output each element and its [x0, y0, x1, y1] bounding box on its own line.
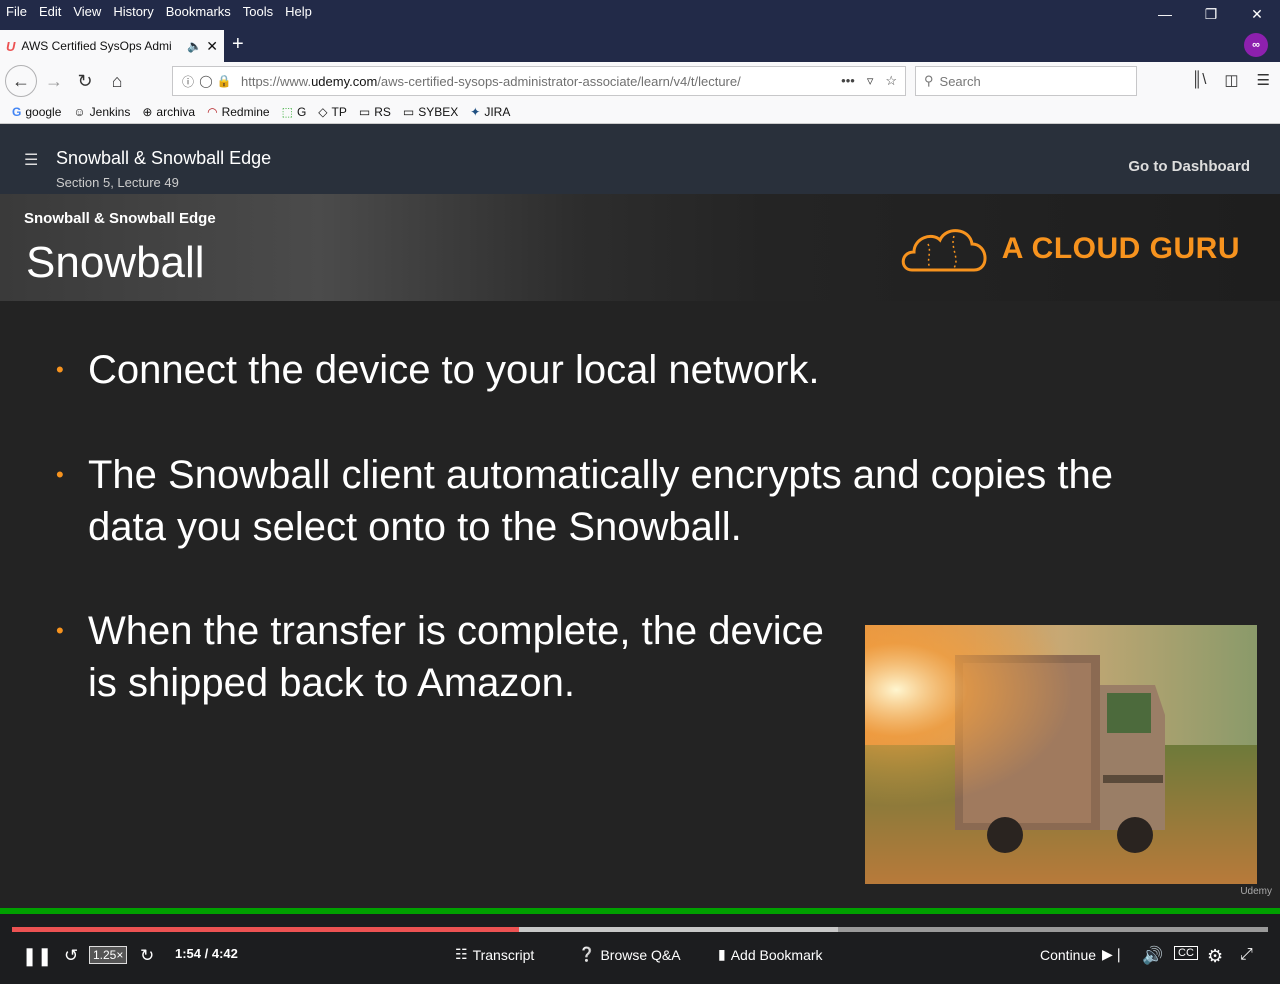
sidebar-icon[interactable]: ◫: [1224, 71, 1238, 89]
jenkins-icon: ☺: [73, 104, 86, 119]
played-bar: [12, 927, 520, 932]
search-placeholder: Search: [939, 73, 981, 89]
lecture-subtitle: Section 5, Lecture 49: [56, 175, 179, 190]
captions-icon[interactable]: CC: [1174, 946, 1198, 960]
player-controls: ❚❚ ↺ 1.25× ↻ 1:54 / 4:42 ☷ Transcript ❔ Br…: [0, 914, 1280, 984]
tab-strip: U AWS Certified SysOps Admi 🔈 ✕ + ∞: [0, 22, 1280, 62]
slide-big-title: Snowball: [26, 238, 205, 287]
bullet-line: The Snowball client automatically encryp…: [88, 453, 1113, 497]
navigation-toolbar: ← → ↻ ⌂ ⓘ ◯ 🔒 https://www.udemy.com/aws-…: [0, 62, 1280, 100]
menu-view[interactable]: View: [67, 4, 107, 19]
lecture-header: ☰ Snowball & Snowball Edge Section 5, Le…: [0, 124, 1280, 194]
menu-help[interactable]: Help: [279, 4, 318, 19]
time-display: 1:54 / 4:42: [175, 946, 238, 961]
bookmark-rs[interactable]: ▭ RS: [359, 105, 391, 119]
globe-icon: ⊕: [142, 104, 153, 119]
forward-skip-icon[interactable]: ↻: [140, 946, 154, 966]
transcript-button[interactable]: ☷ Transcript: [455, 946, 534, 963]
bullet-line: When the transfer is complete, the devic…: [88, 609, 824, 653]
tab-active[interactable]: U AWS Certified SysOps Admi 🔈 ✕: [0, 30, 224, 62]
bookmark-g[interactable]: ⬚ G: [282, 105, 307, 119]
next-icon: ▶❘: [1102, 946, 1125, 962]
bookmarks-toolbar: Ggoogle ☺ Jenkins ⊕ archiva ◠ Redmine ⬚ G ◇ T…: [0, 100, 1280, 124]
udemy-favicon-icon: U: [6, 38, 16, 54]
browser-menubar: File Edit View History Bookmarks Tools H…: [0, 0, 1280, 22]
bookmark-google[interactable]: Ggoogle: [12, 105, 61, 119]
question-icon: ❔: [578, 946, 596, 962]
bookmark-star-icon[interactable]: ☆: [885, 73, 897, 89]
close-tab-icon[interactable]: ✕: [206, 38, 218, 55]
menu-tools[interactable]: Tools: [237, 4, 279, 19]
bookmark-archiva[interactable]: ⊕ archiva: [142, 105, 195, 119]
brand-name: A CLOUD GURU: [1001, 232, 1240, 265]
redmine-icon: ◠: [207, 104, 218, 119]
browse-qa-button[interactable]: ❔ Browse Q&A: [578, 946, 681, 963]
menu-history[interactable]: History: [107, 4, 159, 19]
tab-title: AWS Certified SysOps Admi: [21, 39, 172, 53]
volume-icon[interactable]: 🔊: [1142, 946, 1163, 966]
jira-icon: ✦: [470, 104, 481, 119]
progress-bar[interactable]: [12, 927, 1268, 932]
dg-icon: ⬚: [281, 104, 293, 119]
shield-icon[interactable]: ◯: [197, 74, 215, 88]
slide-banner: Snowball & Snowball Edge Snowball A CLOU…: [0, 194, 1280, 301]
new-tab-icon[interactable]: +: [232, 30, 244, 58]
hamburger-menu-icon[interactable]: ☰: [1257, 71, 1270, 89]
forward-icon[interactable]: →: [40, 67, 68, 95]
bookmark-icon: ▮: [718, 946, 726, 962]
curriculum-list-icon[interactable]: ☰: [24, 150, 38, 170]
search-icon: ⚲: [924, 73, 934, 88]
bullet-dot-icon: •: [56, 618, 64, 643]
bullet-dot-icon: •: [56, 357, 64, 382]
bullet-line: is shipped back to Amazon.: [88, 661, 575, 705]
bullet-line: Connect the device to your local network…: [88, 348, 820, 392]
rewind-icon[interactable]: ↺: [64, 946, 78, 966]
add-bookmark-button[interactable]: ▮ Add Bookmark: [718, 946, 823, 963]
url-bar[interactable]: ⓘ ◯ 🔒 https://www.udemy.com/aws-certifie…: [172, 66, 906, 96]
url-text[interactable]: https://www.udemy.com/aws-certified-syso…: [241, 74, 841, 89]
speaker-icon[interactable]: 🔈: [187, 39, 202, 53]
folder-icon: ▭: [358, 104, 371, 119]
folder-icon: ▭: [402, 104, 415, 119]
bookmark-jenkins[interactable]: ☺ Jenkins: [73, 105, 130, 119]
bookmark-jira[interactable]: ✦ JIRA: [470, 105, 510, 119]
lock-icon[interactable]: 🔒: [215, 74, 233, 88]
slide-small-title: Snowball & Snowball Edge: [24, 210, 216, 227]
private-mask-icon: ∞: [1244, 33, 1268, 57]
menu-bookmarks[interactable]: Bookmarks: [160, 4, 237, 19]
diamond-icon: ◇: [318, 104, 328, 119]
reload-icon[interactable]: ↻: [71, 67, 99, 95]
menu-edit[interactable]: Edit: [33, 4, 67, 19]
a-cloud-guru-logo: A CLOUD GURU: [898, 222, 1240, 276]
pocket-icon[interactable]: ▿: [867, 73, 874, 89]
bookmark-redmine[interactable]: ◠ Redmine: [207, 105, 270, 119]
pause-icon[interactable]: ❚❚: [22, 946, 52, 967]
bullet-line: data you select onto to the Snowball.: [88, 505, 742, 549]
bookmark-tp[interactable]: ◇ TP: [318, 105, 347, 119]
bullet-dot-icon: •: [56, 462, 64, 487]
library-icon[interactable]: ║\: [1192, 71, 1207, 89]
search-input[interactable]: ⚲ Search: [915, 66, 1137, 96]
google-icon: G: [12, 104, 22, 119]
info-icon[interactable]: ⓘ: [179, 73, 197, 90]
back-icon[interactable]: ←: [5, 65, 37, 97]
document-icon: ☷: [455, 946, 468, 962]
home-icon[interactable]: ⌂: [103, 67, 131, 95]
cloud-logo-icon: [901, 229, 987, 272]
lecture-title: Snowball & Snowball Edge: [56, 148, 272, 168]
go-to-dashboard-link[interactable]: Go to Dashboard: [1128, 158, 1250, 175]
settings-gear-icon[interactable]: ⚙: [1207, 946, 1223, 967]
continue-button[interactable]: Continue ▶❘: [1040, 946, 1125, 963]
playback-speed-button[interactable]: 1.25×: [89, 946, 128, 964]
more-actions-icon[interactable]: •••: [841, 73, 855, 89]
bookmark-sybex[interactable]: ▭ SYBEX: [403, 105, 458, 119]
menu-file[interactable]: File: [0, 4, 33, 19]
truck-photo: [865, 625, 1257, 884]
video-slide[interactable]: Snowball & Snowball Edge Snowball A CLOU…: [0, 194, 1280, 908]
fullscreen-icon[interactable]: ⤢: [1240, 946, 1253, 964]
udemy-watermark: Udemy: [1240, 886, 1272, 897]
